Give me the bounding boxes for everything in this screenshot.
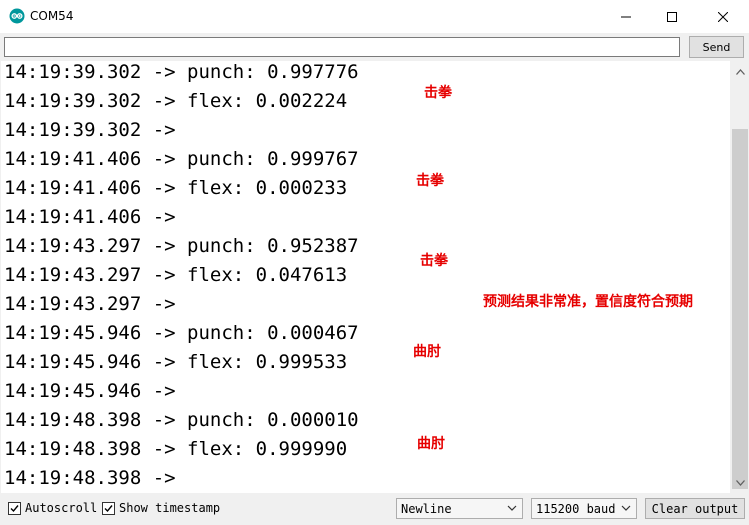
output-line: 14:19:39.302 -> bbox=[4, 119, 176, 141]
scroll-thumb[interactable] bbox=[732, 129, 748, 489]
vertical-scrollbar[interactable] bbox=[731, 61, 749, 493]
baud-rate-value: 115200 baud bbox=[536, 502, 616, 516]
serial-input[interactable] bbox=[4, 37, 680, 57]
output-line: 14:19:39.302 -> flex: 0.002224 bbox=[4, 90, 348, 112]
output-line: 14:19:43.297 -> flex: 0.047613 bbox=[4, 264, 348, 286]
scroll-up-button[interactable] bbox=[731, 63, 749, 80]
chevron-down-icon bbox=[507, 505, 517, 511]
close-icon bbox=[718, 11, 728, 22]
show-timestamp-checkbox[interactable] bbox=[102, 502, 115, 515]
annotation-flex: 曲肘 bbox=[417, 436, 445, 452]
output-line: 14:19:41.406 -> punch: 0.999767 bbox=[4, 148, 359, 170]
minimize-icon bbox=[621, 16, 631, 17]
window-title: COM54 bbox=[30, 9, 74, 23]
output-line: 14:19:48.398 -> punch: 0.000010 bbox=[4, 409, 359, 431]
line-ending-select[interactable]: Newline bbox=[396, 498, 523, 519]
output-line: 14:19:39.302 -> punch: 0.997776 bbox=[4, 61, 359, 83]
chevron-down-icon bbox=[735, 479, 745, 486]
check-icon bbox=[10, 505, 19, 513]
check-icon bbox=[104, 505, 113, 513]
close-button[interactable] bbox=[700, 0, 746, 33]
autoscroll-label: Autoscroll bbox=[25, 501, 98, 515]
output-line: 14:19:41.406 -> flex: 0.000233 bbox=[4, 177, 348, 199]
output-line: 14:19:45.946 -> flex: 0.999533 bbox=[4, 351, 348, 373]
annotation-punch: 击拳 bbox=[424, 85, 452, 101]
show-timestamp-label: Show timestamp bbox=[119, 501, 221, 515]
output-line: 14:19:41.406 -> bbox=[4, 206, 176, 228]
minimize-button[interactable] bbox=[603, 0, 649, 33]
annotation-punch: 击拳 bbox=[416, 173, 444, 189]
arduino-icon bbox=[9, 8, 25, 24]
output-line: 14:19:45.946 -> punch: 0.000467 bbox=[4, 322, 359, 344]
chevron-down-icon bbox=[621, 505, 631, 511]
annotation-summary: 预测结果非常准，置信度符合预期 bbox=[483, 294, 693, 310]
output-line: 14:19:43.297 -> punch: 0.952387 bbox=[4, 235, 359, 257]
scroll-down-button[interactable] bbox=[731, 474, 749, 491]
maximize-icon bbox=[667, 11, 677, 22]
clear-output-button[interactable]: Clear output bbox=[645, 498, 745, 519]
chevron-up-icon bbox=[735, 68, 745, 75]
serial-output: 14:19:39.302 -> punch: 0.997776 14:19:39… bbox=[1, 61, 730, 493]
line-ending-value: Newline bbox=[401, 502, 452, 516]
send-button[interactable]: Send bbox=[689, 36, 744, 58]
annotation-flex: 曲肘 bbox=[413, 344, 441, 360]
autoscroll-checkbox[interactable] bbox=[8, 502, 21, 515]
annotation-punch: 击拳 bbox=[420, 253, 448, 269]
maximize-button[interactable] bbox=[649, 0, 695, 33]
output-line: 14:19:48.398 -> flex: 0.999990 bbox=[4, 438, 348, 460]
output-line: 14:19:45.946 -> bbox=[4, 380, 176, 402]
title-bar: COM54 bbox=[0, 0, 749, 33]
command-row: Send bbox=[0, 33, 749, 61]
output-line: 14:19:48.398 -> bbox=[4, 467, 176, 489]
baud-rate-select[interactable]: 115200 baud bbox=[531, 498, 637, 519]
output-line: 14:19:43.297 -> bbox=[4, 293, 176, 315]
status-bar: Autoscroll Show timestamp Newline 115200… bbox=[0, 493, 749, 525]
